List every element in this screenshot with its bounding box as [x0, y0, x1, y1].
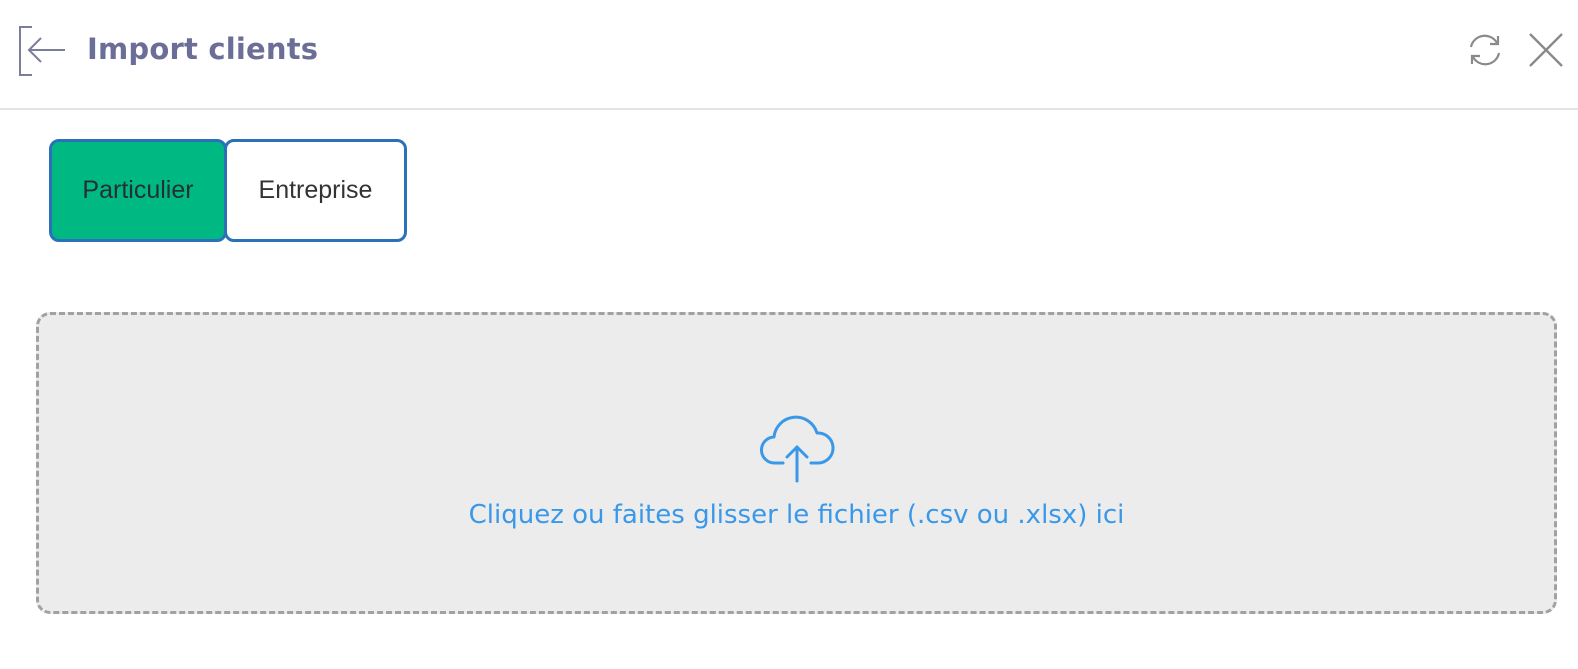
toggle-entreprise-label: Entreprise	[258, 176, 373, 204]
toggle-particulier-label: Particulier	[82, 176, 194, 204]
page-title: Import clients	[87, 32, 319, 66]
panel-header: Import clients	[0, 0, 1578, 110]
toggle-entreprise[interactable]: Entreprise	[224, 139, 407, 242]
file-dropzone[interactable]: Cliquez ou faites glisser le fichier (.c…	[36, 312, 1557, 614]
toggle-particulier[interactable]: Particulier	[49, 139, 227, 242]
back-arrow-icon[interactable]	[17, 25, 67, 77]
refresh-icon[interactable]	[1464, 30, 1506, 70]
close-icon[interactable]	[1526, 30, 1566, 70]
cloud-upload-icon	[757, 411, 837, 485]
dropzone-instruction: Cliquez ou faites glisser le fichier (.c…	[468, 500, 1125, 530]
